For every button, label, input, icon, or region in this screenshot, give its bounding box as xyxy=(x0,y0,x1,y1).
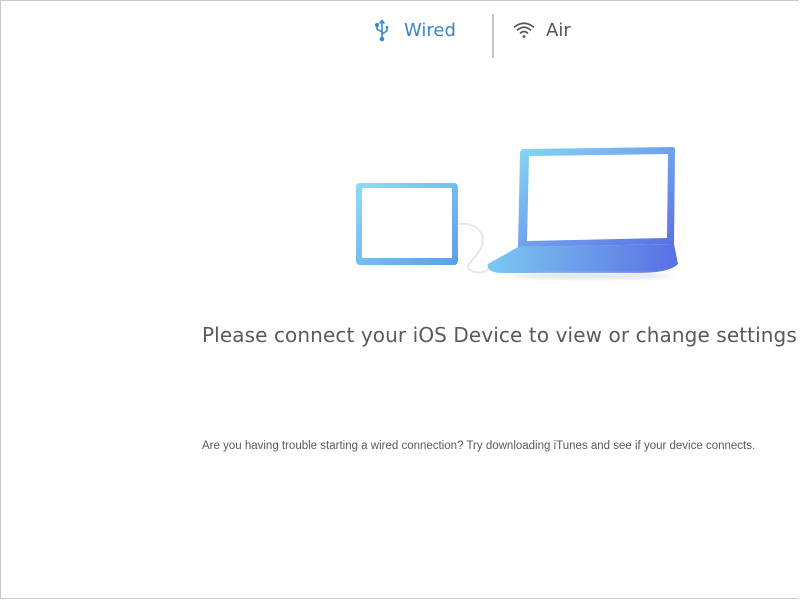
wifi-icon xyxy=(512,18,536,42)
wired-connection-help-text: Are you having trouble starting a wired … xyxy=(202,440,756,452)
connect-device-message: Please connect your iOS Device to view o… xyxy=(202,323,797,347)
cable-icon xyxy=(457,222,490,274)
tablet-and-laptop-connected-illustration xyxy=(352,142,684,287)
tablet-icon xyxy=(356,183,458,265)
tab-wired-label: Wired xyxy=(404,19,456,41)
window-frame xyxy=(0,0,799,599)
laptop-icon xyxy=(487,147,678,279)
tab-air-label: Air xyxy=(546,19,571,41)
usb-icon xyxy=(370,18,394,42)
tab-divider xyxy=(492,14,494,58)
tab-air[interactable]: Air xyxy=(512,12,571,48)
tab-wired[interactable]: Wired xyxy=(370,12,456,48)
